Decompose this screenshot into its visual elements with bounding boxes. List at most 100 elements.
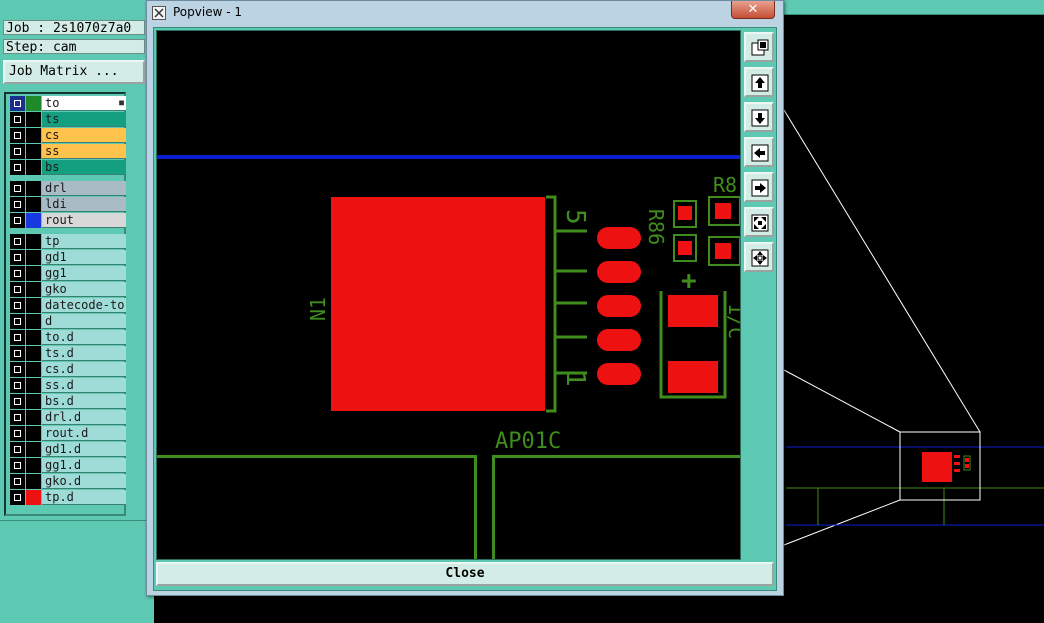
layer-row[interactable]: gko bbox=[8, 282, 126, 297]
pcb-zoom-view[interactable]: N1 AP01C 5 1 R86 R8 1/C + bbox=[156, 30, 741, 560]
layer-checkbox[interactable] bbox=[10, 96, 25, 111]
pan-right-button[interactable] bbox=[744, 172, 774, 202]
layer-checkbox[interactable] bbox=[10, 346, 25, 361]
layer-name[interactable]: gd1.d bbox=[42, 442, 126, 457]
layer-checkbox[interactable] bbox=[10, 362, 25, 377]
pan-up-button[interactable] bbox=[744, 67, 774, 97]
layer-checkbox[interactable] bbox=[10, 426, 25, 441]
layer-row[interactable]: cs bbox=[8, 128, 126, 143]
board-profile-line bbox=[157, 155, 740, 159]
layer-name[interactable]: ldi bbox=[42, 197, 126, 212]
layer-name[interactable]: bs bbox=[42, 160, 126, 175]
layer-checkbox[interactable] bbox=[10, 197, 25, 212]
layer-checkbox[interactable] bbox=[10, 234, 25, 249]
layer-checkbox[interactable] bbox=[10, 490, 25, 505]
layer-checkbox[interactable] bbox=[10, 112, 25, 127]
layer-row[interactable]: tp.d bbox=[8, 490, 126, 505]
layer-row[interactable]: gd1.d bbox=[8, 442, 126, 457]
layer-row[interactable]: tp bbox=[8, 234, 126, 249]
layer-row[interactable]: ss.d bbox=[8, 378, 126, 393]
layer-name[interactable]: gg1 bbox=[42, 266, 126, 281]
layer-name[interactable]: to ■ bbox=[42, 96, 126, 111]
layer-name[interactable]: d bbox=[42, 314, 126, 329]
layer-name[interactable]: gko.d bbox=[42, 474, 126, 489]
silk-trace bbox=[474, 455, 477, 559]
layer-name[interactable]: cs bbox=[42, 128, 126, 143]
close-button[interactable]: Close bbox=[156, 562, 774, 586]
layer-checkbox[interactable] bbox=[10, 181, 25, 196]
layer-checkbox[interactable] bbox=[10, 314, 25, 329]
layer-row[interactable]: bs.d bbox=[8, 394, 126, 409]
resistor-pad bbox=[715, 243, 731, 259]
layer-name[interactable]: ss.d bbox=[42, 378, 126, 393]
layer-checkbox[interactable] bbox=[10, 378, 25, 393]
layer-checkbox[interactable] bbox=[10, 330, 25, 345]
layer-checkbox[interactable] bbox=[10, 394, 25, 409]
layer-row[interactable]: gg1 bbox=[8, 266, 126, 281]
layer-name[interactable]: to.d bbox=[42, 330, 126, 345]
layer-name[interactable]: cs.d bbox=[42, 362, 126, 377]
layer-row[interactable]: ss bbox=[8, 144, 126, 159]
smd-pad bbox=[597, 261, 641, 283]
job-matrix-button[interactable]: Job Matrix ... bbox=[3, 60, 145, 84]
layer-checkbox[interactable] bbox=[10, 298, 25, 313]
pan-left-button[interactable] bbox=[744, 137, 774, 167]
pan-down-button[interactable] bbox=[744, 102, 774, 132]
layer-row[interactable]: cs.d bbox=[8, 362, 126, 377]
layer-name[interactable]: gg1.d bbox=[42, 458, 126, 473]
window-close-button[interactable]: ✕ bbox=[731, 1, 775, 19]
zoom-fit-button[interactable] bbox=[744, 32, 774, 62]
zoom-in-button[interactable] bbox=[744, 207, 774, 237]
layer-checkbox[interactable] bbox=[10, 282, 25, 297]
layer-name[interactable]: gko bbox=[42, 282, 126, 297]
layer-name[interactable]: drl.d bbox=[42, 410, 126, 425]
layer-name[interactable]: tp.d bbox=[42, 490, 126, 505]
layer-name[interactable]: ts bbox=[42, 112, 126, 127]
layer-row[interactable]: ldi bbox=[8, 197, 126, 212]
layer-row[interactable]: drl bbox=[8, 181, 126, 196]
layer-checkbox[interactable] bbox=[10, 144, 25, 159]
smd-pad bbox=[597, 295, 641, 317]
layer-row[interactable]: rout.d bbox=[8, 426, 126, 441]
layer-name[interactable]: ts.d bbox=[42, 346, 126, 361]
layer-checkbox[interactable] bbox=[10, 474, 25, 489]
layer-name[interactable]: rout.d bbox=[42, 426, 126, 441]
layer-name[interactable]: ss bbox=[42, 144, 126, 159]
layer-checkbox[interactable] bbox=[10, 410, 25, 425]
capacitor-ref-label: 1/C bbox=[724, 303, 740, 339]
layer-name[interactable]: tp bbox=[42, 234, 126, 249]
layer-color-swatch bbox=[26, 314, 41, 329]
popview-titlebar[interactable]: Popview - 1 ✕ bbox=[147, 1, 783, 25]
layer-row[interactable]: ts bbox=[8, 112, 126, 127]
layer-color-swatch bbox=[26, 160, 41, 175]
layer-checkbox[interactable] bbox=[10, 442, 25, 457]
layer-row[interactable]: to.d bbox=[8, 330, 126, 345]
layer-color-swatch bbox=[26, 298, 41, 313]
layer-checkbox[interactable] bbox=[10, 458, 25, 473]
layer-name[interactable]: datecode-to bbox=[42, 298, 126, 313]
overview-pad bbox=[965, 458, 969, 462]
layer-name[interactable]: gd1 bbox=[42, 250, 126, 265]
layer-row[interactable]: d bbox=[8, 314, 126, 329]
layer-color-swatch bbox=[26, 458, 41, 473]
layer-row[interactable]: bs bbox=[8, 160, 126, 175]
layer-checkbox[interactable] bbox=[10, 250, 25, 265]
layer-name[interactable]: bs.d bbox=[42, 394, 126, 409]
layer-row[interactable]: gd1 bbox=[8, 250, 126, 265]
layer-row[interactable]: to ■ bbox=[8, 96, 126, 111]
layer-name[interactable]: drl bbox=[42, 181, 126, 196]
layer-color-swatch bbox=[26, 282, 41, 297]
layer-row[interactable]: drl.d bbox=[8, 410, 126, 425]
layer-checkbox[interactable] bbox=[10, 266, 25, 281]
layer-row[interactable]: rout bbox=[8, 213, 126, 228]
layer-row[interactable]: gko.d bbox=[8, 474, 126, 489]
layer-checkbox[interactable] bbox=[10, 128, 25, 143]
layer-checkbox[interactable] bbox=[10, 213, 25, 228]
layer-checkbox[interactable] bbox=[10, 160, 25, 175]
silk-trace bbox=[492, 455, 495, 559]
layer-row[interactable]: datecode-to bbox=[8, 298, 126, 313]
zoom-out-button[interactable] bbox=[744, 242, 774, 272]
layer-row[interactable]: gg1.d bbox=[8, 458, 126, 473]
layer-row[interactable]: ts.d bbox=[8, 346, 126, 361]
layer-name[interactable]: rout bbox=[42, 213, 126, 228]
